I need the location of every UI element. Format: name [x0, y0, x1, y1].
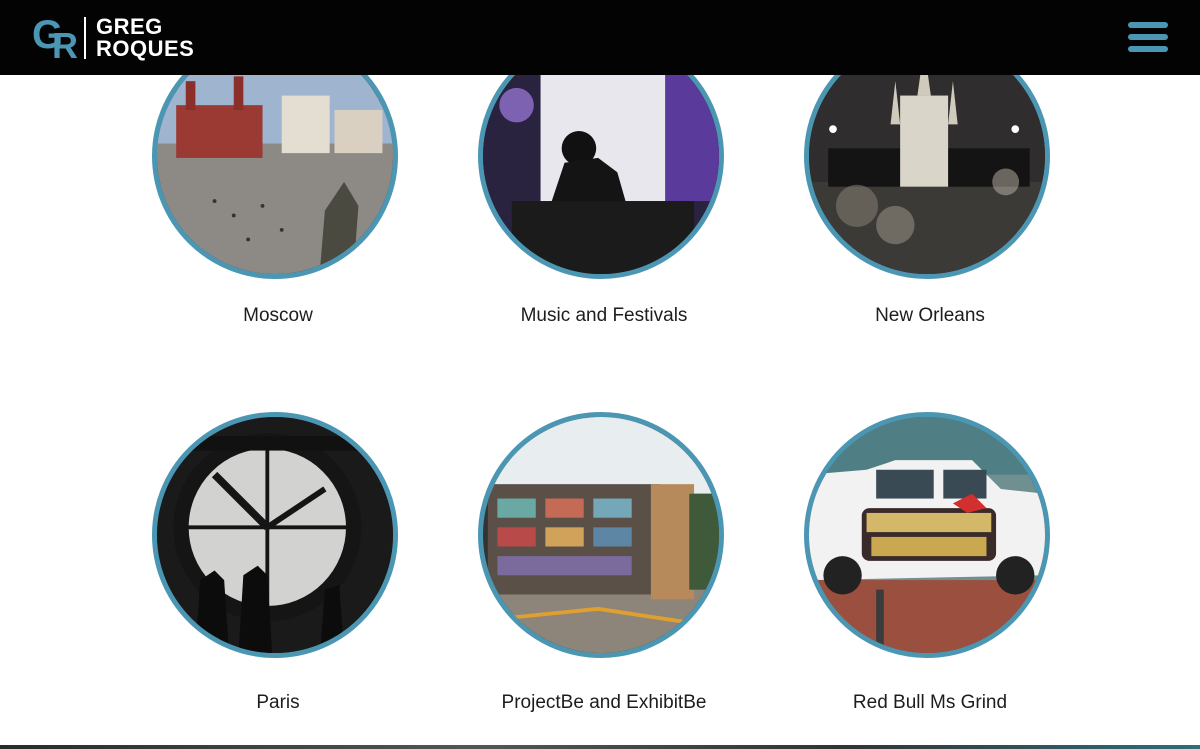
paris-thumbnail[interactable] [152, 412, 398, 658]
red-bull-ms-grind-image [809, 417, 1045, 653]
gallery-caption[interactable]: ProjectBe and ExhibitBe [474, 692, 734, 714]
red-bull-ms-grind-thumbnail[interactable] [804, 412, 1050, 658]
gallery-caption[interactable]: Paris [148, 692, 408, 714]
menu-bar [1128, 22, 1168, 28]
logo-divider [84, 17, 86, 59]
projectbe-and-exhibitbe-image [483, 417, 719, 653]
gallery-caption[interactable]: Music and Festivals [474, 305, 734, 327]
gallery-caption[interactable]: Red Bull Ms Grind [800, 692, 1060, 714]
logo-line-2: ROQUES [96, 36, 195, 61]
logo-wordmark: GREG ROQUES [96, 16, 194, 60]
gallery-caption[interactable]: Moscow [148, 305, 408, 327]
logo-monogram-r: R [52, 25, 78, 66]
gallery-caption[interactable]: New Orleans [800, 305, 1060, 327]
site-header: G R GREG ROQUES [0, 0, 1200, 75]
footer-image-strip [0, 745, 1200, 749]
hamburger-menu-icon[interactable] [1128, 22, 1168, 52]
logo-line-1: GREG [96, 14, 163, 39]
paris-image [157, 417, 393, 653]
menu-bar [1128, 34, 1168, 40]
projectbe-and-exhibitbe-thumbnail[interactable] [478, 412, 724, 658]
menu-bar [1128, 46, 1168, 52]
site-logo[interactable]: G R GREG ROQUES [32, 13, 194, 66]
logo-monogram: G R [32, 13, 78, 66]
